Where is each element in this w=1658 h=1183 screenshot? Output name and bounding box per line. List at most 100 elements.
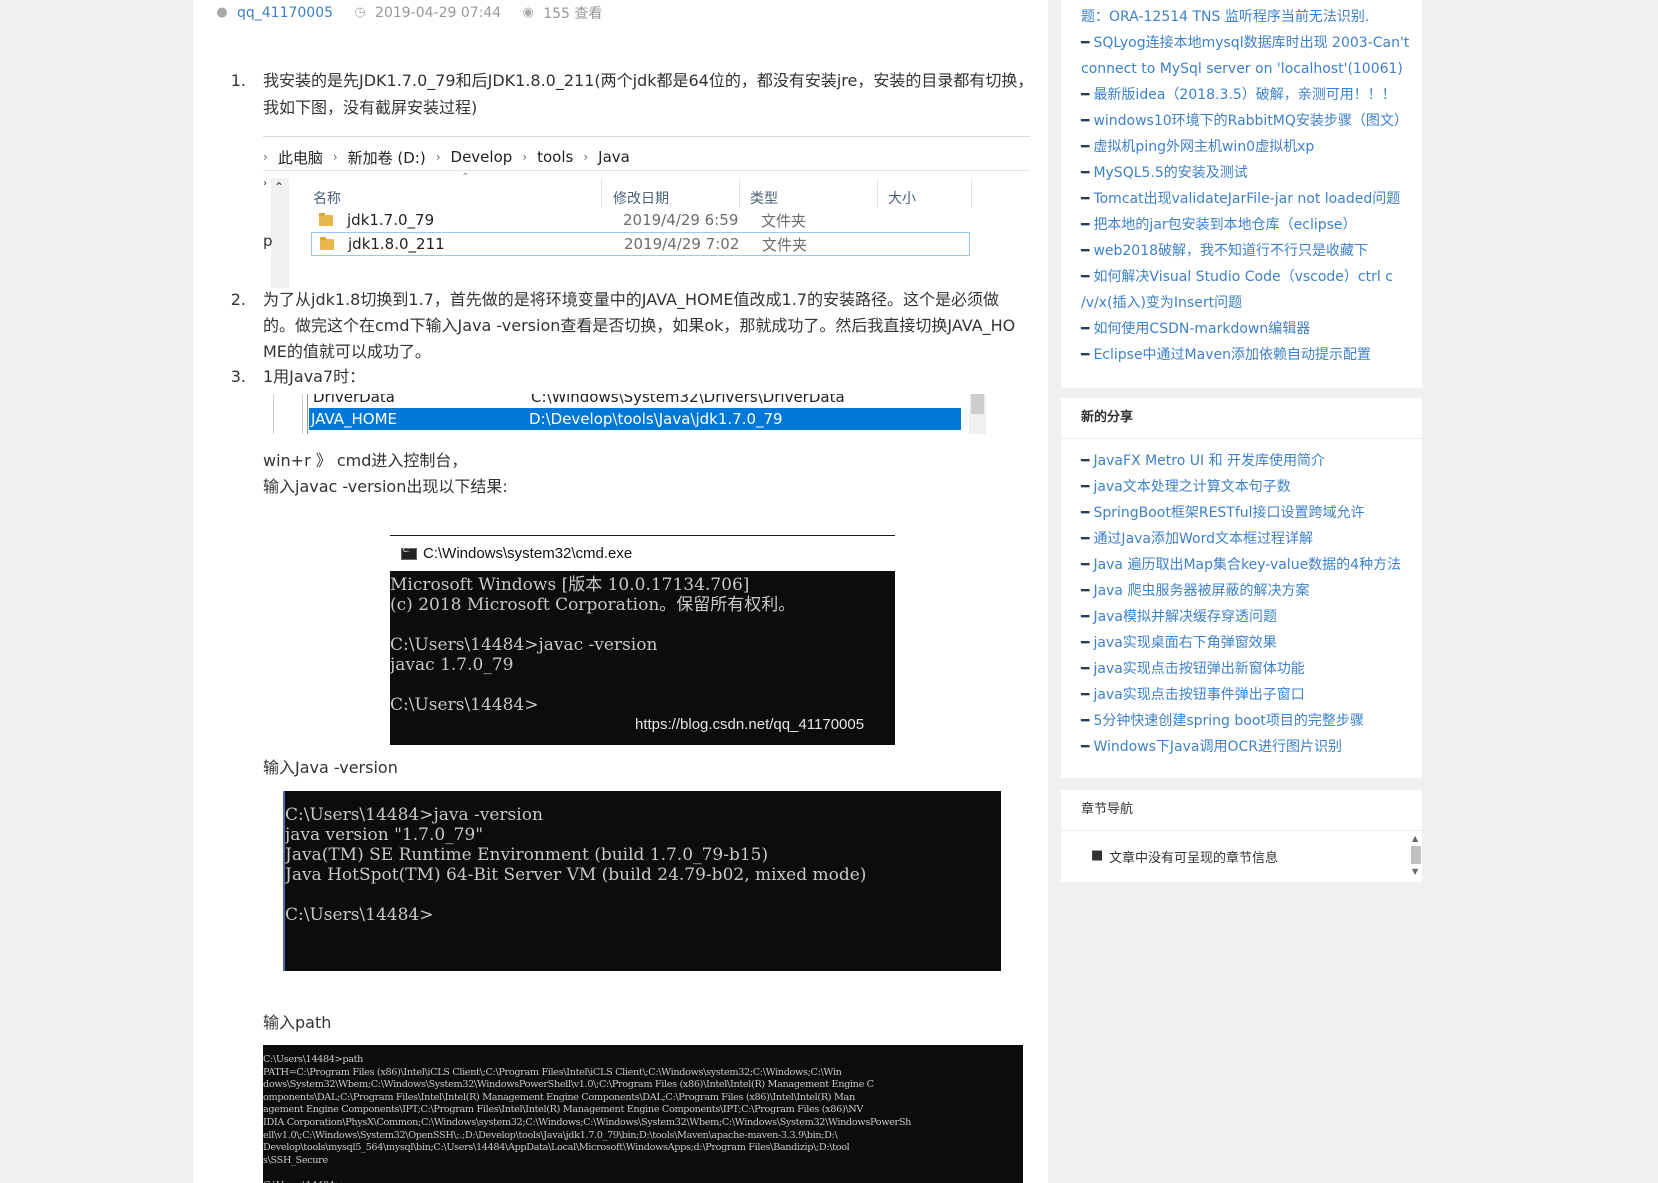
- related-link[interactable]: ━ SQLyog连接本地mysql数据库时出现 2003-Can't: [1081, 30, 1411, 56]
- chevron-right-icon: ›: [583, 150, 589, 164]
- share-link[interactable]: ━ 通过Java添加Word文本框过程详解: [1081, 526, 1411, 552]
- file-name: jdk1.7.0_79: [347, 211, 435, 229]
- article-main: ● qq_41170005 ◷ 2019-04-29 07:44 ◉ 155 查…: [193, 0, 1048, 1183]
- user-icon: ●: [216, 5, 228, 20]
- share-link[interactable]: ━ java实现点击按钮弹出新窗体功能: [1081, 656, 1411, 682]
- file-type: 文件夹: [761, 211, 807, 230]
- meta-views: ◉ 155 查看: [521, 3, 603, 23]
- watermark: https://blog.csdn.net/qq_41170005: [635, 716, 865, 733]
- share-link[interactable]: ━ Java模拟并解决缓存穿透问题: [1081, 604, 1411, 630]
- related-link[interactable]: ━ Eclipse中通过Maven添加依赖自动提示配置: [1081, 342, 1411, 368]
- related-link[interactable]: ━ web2018破解，我不知道行不行只是收藏下: [1081, 238, 1411, 264]
- breadcrumb-item: Develop: [450, 148, 513, 166]
- share-link[interactable]: ━ Java 遍历取出Map集合key-value数据的4种方法: [1081, 552, 1411, 578]
- new-shares-panel: 新的分享 ━ JavaFX Metro UI 和 开发库使用简介 ━ java文本处…: [1061, 398, 1422, 778]
- share-link[interactable]: ━ java实现点击按钮事件弹出子窗口: [1081, 682, 1411, 708]
- explorer-screenshot: › 此电脑 › 新加卷 (D:) › Develop › tools › Jav…: [263, 136, 1030, 288]
- env-selected-row: JAVA_HOME D:\Develop\tools\Java\jdk1.7.0…: [309, 408, 961, 430]
- cmd-output: Microsoft Windows [版本 10.0.17134.706] (c…: [390, 575, 796, 715]
- share-link[interactable]: ━ 5分钟快速创建spring boot项目的完整步骤: [1081, 708, 1411, 734]
- breadcrumb-item: 新加卷 (D:): [347, 148, 426, 167]
- cmd-window-javac: C:\Windows\system32\cmd.exe Microsoft Wi…: [390, 535, 895, 745]
- view-count: 155 查看: [543, 6, 603, 22]
- list-number-3: 3.: [230, 367, 246, 386]
- share-link[interactable]: ━ Java 爬虫服务器被屏蔽的解决方案: [1081, 578, 1411, 604]
- panel-title: 新的分享: [1081, 410, 1134, 425]
- meta-author[interactable]: ● qq_41170005: [215, 5, 333, 21]
- chevron-right-icon: ›: [435, 150, 441, 164]
- item2-line1: 为了从jdk1.8切换到1.7，首先做的是将环境变量中的JAVA_HOME值改成…: [263, 290, 999, 309]
- cmd-window-java: C:\Users\14484>java -version java versio…: [283, 791, 1001, 971]
- related-link[interactable]: ━ 虚拟机ping外网主机win0虚拟机xp: [1081, 134, 1411, 160]
- share-link[interactable]: ━ java文本处理之计算文本句子数: [1081, 474, 1411, 500]
- scroll-up-icon[interactable]: ▲: [1412, 834, 1418, 843]
- post-datetime: 2019-04-29 07:44: [375, 5, 502, 21]
- file-row: jdk1.7.0_79 2019/4/29 6:59 文件夹: [311, 208, 970, 232]
- file-type: 文件夹: [762, 235, 808, 254]
- cmd-titlebar: C:\Windows\system32\cmd.exe: [390, 535, 895, 571]
- breadcrumb-item: tools: [537, 148, 574, 166]
- sort-caret-icon: ⌃: [461, 172, 470, 183]
- related-link-cont[interactable]: connect to MySql server on 'localhost'(1…: [1081, 56, 1411, 82]
- chevron-right-icon: ›: [263, 150, 268, 164]
- item1-line1: 我安装的是先JDK1.7.0_79和后JDK1.8.0_211(两个jdk都是6…: [263, 71, 1034, 90]
- related-link[interactable]: ━ windows10环境下的RabbitMQ安装步骤（图文）: [1081, 108, 1411, 134]
- chapter-nav-panel: 章节导航 ■ 文章中没有可呈现的章节信息 ▲ ▼: [1061, 790, 1422, 882]
- scrollbar: [969, 394, 986, 434]
- env-prev-value: C:\Windows\System32\Drivers\DriverData: [531, 394, 845, 406]
- folder-icon: [319, 212, 333, 226]
- share-link[interactable]: ━ JavaFX Metro UI 和 开发库使用简介: [1081, 448, 1411, 474]
- file-name: jdk1.8.0_211: [348, 235, 445, 253]
- related-link[interactable]: ━ 如何解决Visual Studio Code（vscode）ctrl c: [1081, 264, 1411, 290]
- env-prev-name: DriverData: [313, 394, 395, 406]
- nav-bullet-icon: ■: [1091, 848, 1104, 863]
- breadcrumb-item: 此电脑: [277, 148, 323, 167]
- related-link[interactable]: ━ 最新版idea（2018.3.5）破解，亲测可用！！！: [1081, 82, 1411, 108]
- nav-empty-message: 文章中没有可呈现的章节信息: [1109, 851, 1279, 866]
- p-java: 输入Java -version: [263, 758, 398, 777]
- item2-line3: ME的值就可以成功了。: [263, 342, 431, 361]
- chevron-right-icon: ›: [522, 150, 528, 164]
- related-link[interactable]: ━ 把本地的jar包安装到本地仓库（eclipse）: [1081, 212, 1411, 238]
- scrollbar[interactable]: ▲ ▼: [1410, 834, 1422, 878]
- related-link[interactable]: ━ Tomcat出现validateJarFile-jar not loaded问…: [1081, 186, 1411, 212]
- stray-text: p: [263, 232, 273, 250]
- scroll-down-icon[interactable]: ▼: [1412, 867, 1418, 876]
- chevron-right-icon: ›: [332, 150, 338, 164]
- related-panel: 题：ORA-12514 TNS 监听程序当前无法识别. ━ SQLyog连接本地m…: [1061, 0, 1422, 388]
- file-date: 2019/4/29 6:59: [623, 211, 739, 229]
- chevron-right-icon: ›: [263, 178, 267, 189]
- panel-title: 章节导航: [1081, 802, 1134, 817]
- env-var-screenshot: DriverData C:\Windows\System32\Drivers\D…: [263, 394, 986, 434]
- scrollbar: ⌃: [271, 178, 289, 288]
- list-number-1: 1.: [230, 71, 246, 90]
- file-date: 2019/4/29 7:02: [624, 235, 740, 253]
- share-link[interactable]: ━ SpringBoot框架RESTful接口设置跨域允许: [1081, 500, 1411, 526]
- related-link-cont[interactable]: /v/x(插入)变为Insert问题: [1081, 290, 1411, 316]
- breadcrumb: › 此电脑 › 新加卷 (D:) › Develop › tools › Jav…: [263, 146, 630, 168]
- related-link[interactable]: ━ 如何使用CSDN-markdown编辑器: [1081, 316, 1411, 342]
- related-link[interactable]: 题：ORA-12514 TNS 监听程序当前无法识别.: [1081, 4, 1411, 30]
- share-link[interactable]: ━ java实现桌面右下角弹窗效果: [1081, 630, 1411, 656]
- p-winr: win+r 》 cmd进入控制台，: [263, 451, 468, 470]
- env-name: JAVA_HOME: [311, 410, 398, 428]
- item1-line2: 我如下图，没有截屏安装过程): [263, 98, 478, 117]
- author-link[interactable]: qq_41170005: [237, 5, 333, 21]
- related-link[interactable]: ━ MySQL5.5的安装及测试: [1081, 160, 1411, 186]
- post-meta: ● qq_41170005 ◷ 2019-04-29 07:44 ◉ 155 查…: [215, 2, 622, 24]
- file-row-selected: jdk1.8.0_211 2019/4/29 7:02 文件夹: [311, 232, 970, 256]
- p-javac: 输入javac -version出现以下结果:: [263, 477, 508, 496]
- breadcrumb-item: Java: [598, 148, 630, 166]
- list-number-2: 2.: [230, 290, 246, 309]
- cmd-window-path: C:\Users\14484>path PATH=C:\Program File…: [263, 1045, 1023, 1183]
- cmd-icon: [401, 547, 417, 560]
- meta-datetime: ◷ 2019-04-29 07:44: [353, 5, 501, 21]
- p-path: 输入path: [263, 1013, 332, 1032]
- env-value: D:\Develop\tools\Java\jdk1.7.0_79: [529, 410, 783, 428]
- eye-icon: ◉: [522, 5, 534, 20]
- share-link[interactable]: ━ Windows下Java调用OCR进行图片识别: [1081, 734, 1411, 760]
- cmd-output: C:\Users\14484>java -version java versio…: [285, 805, 867, 925]
- item2-line2: 的。做完这个在cmd下输入Java -version查看是否切换，如果ok，那就…: [263, 316, 1016, 335]
- folder-icon: [320, 236, 334, 250]
- clock-icon: ◷: [354, 5, 366, 20]
